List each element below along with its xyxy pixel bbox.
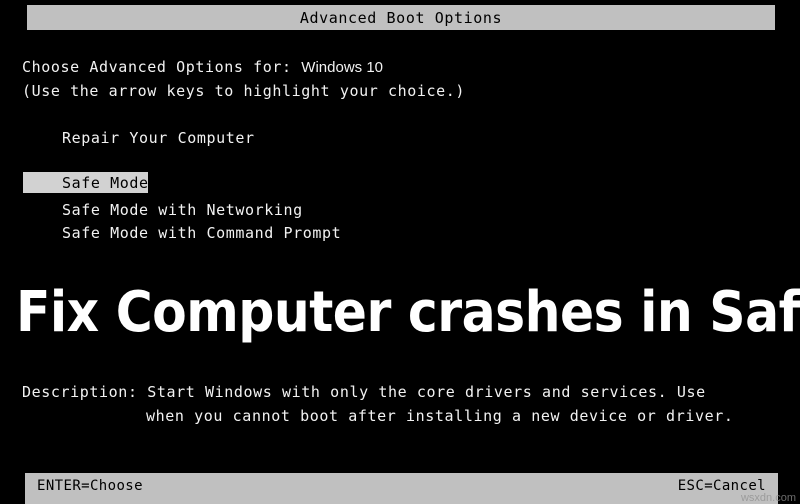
arrow-keys-hint: (Use the arrow keys to highlight your ch…	[22, 82, 466, 100]
menu-item-repair-your-computer[interactable]: Repair Your Computer	[62, 129, 255, 147]
watermark: wsxdn.com	[740, 492, 796, 504]
description-line-2: when you cannot boot after installing a …	[146, 407, 734, 425]
menu-item-safe-mode-with-networking[interactable]: Safe Mode with Networking	[62, 201, 303, 219]
choose-options-prefix: Choose Advanced Options for:	[22, 58, 302, 76]
choose-options-prompt: Choose Advanced Options for: Windows 10	[22, 58, 383, 76]
menu-item-safe-mode-with-command-prompt[interactable]: Safe Mode with Command Prompt	[62, 224, 341, 242]
menu-item-safe-mode-label: Safe Mode	[62, 174, 149, 192]
overlay-headline: Fix Computer crashes in Safe Mode	[16, 280, 800, 345]
description-line-1: Description: Start Windows with only the…	[22, 383, 706, 401]
footer-bar: ENTER=Choose ESC=Cancel	[25, 473, 778, 504]
boot-options-screen: Advanced Boot Options Choose Advanced Op…	[0, 0, 800, 504]
enter-choose-label[interactable]: ENTER=Choose	[37, 478, 143, 494]
menu-item-safe-mode[interactable]: Safe Mode	[23, 172, 148, 193]
window-title: Advanced Boot Options	[299, 8, 503, 27]
os-name-label: Windows 10	[301, 59, 383, 76]
title-bar: Advanced Boot Options	[27, 5, 775, 30]
